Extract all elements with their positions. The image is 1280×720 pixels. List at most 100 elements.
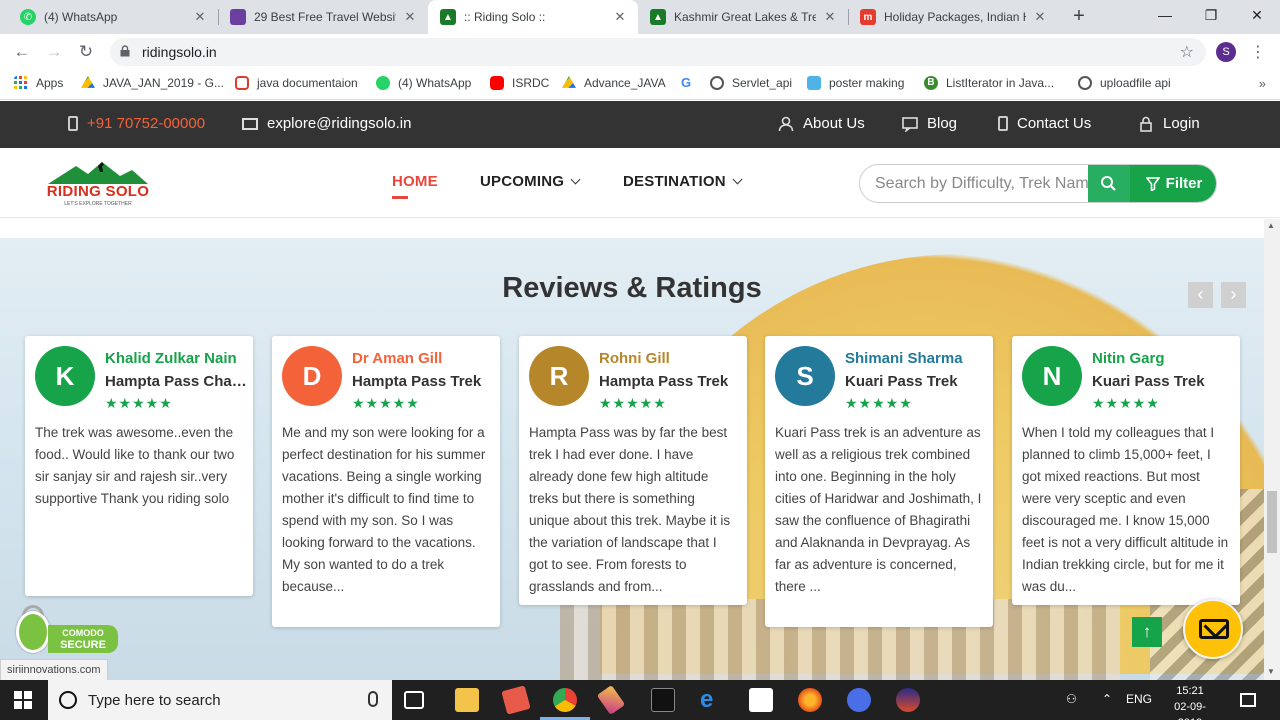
bookmark-apps[interactable]: Apps bbox=[14, 76, 63, 90]
browser-tab[interactable]: 29 Best Free Travel Website ✕ bbox=[218, 0, 428, 34]
reviewer-name[interactable]: Nitin Garg bbox=[1092, 350, 1165, 367]
bookmark-item[interactable]: G bbox=[679, 76, 701, 90]
review-card[interactable]: R Rohni Gill Hampta Pass Trek ★★★★★ Hamp… bbox=[519, 336, 747, 605]
comodo-secure-badge[interactable]: COMODO SECURE bbox=[12, 605, 118, 657]
browser-tab-active[interactable]: ▲ :: Riding Solo :: ✕ bbox=[428, 0, 638, 34]
file-explorer-icon[interactable] bbox=[455, 688, 479, 712]
blog-link[interactable]: Blog bbox=[902, 115, 957, 132]
review-text: When I told my colleagues that I planned… bbox=[1022, 425, 1229, 594]
bookmark-item[interactable]: ISRDC bbox=[490, 76, 549, 90]
trek-name: Hampta Pass Trek bbox=[599, 373, 729, 390]
store-icon[interactable] bbox=[749, 688, 773, 712]
review-card[interactable]: S Shimani Sharma Kuari Pass Trek ★★★★★ K… bbox=[765, 336, 993, 627]
browser-tab[interactable]: ▲ Kashmir Great Lakes & Trek ✕ bbox=[638, 0, 848, 34]
reviewer-name[interactable]: Khalid Zulkar Nain bbox=[105, 350, 237, 367]
terminal-icon[interactable] bbox=[651, 688, 675, 712]
avatar: R bbox=[529, 346, 589, 406]
review-card[interactable]: N Nitin Garg Kuari Pass Trek ★★★★★ When … bbox=[1012, 336, 1240, 605]
chat-button[interactable] bbox=[1183, 599, 1243, 659]
new-tab-button[interactable]: + bbox=[1068, 5, 1090, 27]
avatar: S bbox=[775, 346, 835, 406]
close-tab-icon[interactable]: ✕ bbox=[822, 9, 838, 25]
carousel-next-button[interactable]: › bbox=[1221, 282, 1246, 308]
back-arrow-icon[interactable]: ← bbox=[10, 40, 34, 64]
address-bar[interactable]: ridingsolo.in ☆ bbox=[110, 38, 1206, 66]
bookmark-item[interactable]: (4) WhatsApp bbox=[376, 76, 471, 90]
close-window-button[interactable]: ✕ bbox=[1234, 0, 1280, 30]
edge-icon[interactable]: e bbox=[700, 688, 724, 712]
makemytrip-icon: m bbox=[860, 9, 876, 25]
taskbar-search-box[interactable]: Type here to search bbox=[48, 680, 392, 720]
scroll-down-icon[interactable]: ▼ bbox=[1267, 667, 1275, 676]
globe-icon bbox=[710, 76, 724, 90]
bookmark-item[interactable]: poster making bbox=[807, 76, 904, 90]
close-tab-icon[interactable]: ✕ bbox=[1032, 9, 1048, 25]
nav-upcoming[interactable]: UPCOMING bbox=[480, 173, 581, 190]
chromium-icon[interactable] bbox=[847, 688, 871, 712]
minimize-button[interactable]: — bbox=[1142, 0, 1188, 30]
contact-us-link[interactable]: Contact Us bbox=[998, 115, 1091, 132]
reviewer-name[interactable]: Dr Aman Gill bbox=[352, 350, 442, 367]
close-tab-icon[interactable]: ✕ bbox=[402, 9, 418, 25]
bookmark-item[interactable]: Advance_JAVA bbox=[562, 76, 666, 90]
forward-arrow-icon[interactable]: → bbox=[42, 40, 66, 64]
bookmark-star-icon[interactable]: ☆ bbox=[1180, 42, 1194, 62]
bookmark-item[interactable]: JAVA_JAN_2019 - G... bbox=[81, 76, 224, 90]
windows-start-icon[interactable] bbox=[14, 691, 32, 709]
trek-search-input[interactable] bbox=[860, 165, 1088, 202]
firefox-icon[interactable] bbox=[798, 688, 822, 712]
app-icon[interactable] bbox=[501, 685, 531, 715]
reload-icon[interactable]: ↻ bbox=[74, 40, 98, 64]
show-hidden-icons-chevron[interactable]: ⌃ bbox=[1102, 692, 1112, 706]
review-card[interactable]: D Dr Aman Gill Hampta Pass Trek ★★★★★ Me… bbox=[272, 336, 500, 627]
close-tab-icon[interactable]: ✕ bbox=[192, 9, 208, 25]
lock-icon bbox=[1140, 116, 1152, 132]
browser-tab[interactable]: ✆ (4) WhatsApp ✕ bbox=[8, 0, 218, 34]
nav-home[interactable]: HOME bbox=[392, 173, 438, 199]
browser-tab[interactable]: m Holiday Packages, Indian H ✕ bbox=[848, 0, 1058, 34]
about-us-link[interactable]: About Us bbox=[778, 115, 865, 132]
reviewer-name[interactable]: Shimani Sharma bbox=[845, 350, 963, 367]
blog-icon bbox=[902, 116, 918, 132]
chrome-icon[interactable] bbox=[540, 688, 590, 720]
riding-solo-logo[interactable]: RIDING SOLO LET'S EXPLORE TOGETHER bbox=[46, 160, 150, 208]
scrollbar-thumb[interactable] bbox=[1267, 491, 1277, 553]
envelope-icon bbox=[1199, 619, 1229, 639]
task-view-icon[interactable] bbox=[404, 691, 424, 709]
close-tab-icon[interactable]: ✕ bbox=[612, 9, 628, 25]
bookmark-item[interactable]: uploadfile api bbox=[1078, 76, 1171, 90]
review-card[interactable]: K Khalid Zulkar Nain Hampta Pass Challen… bbox=[25, 336, 253, 596]
scroll-to-top-button[interactable]: ↑ bbox=[1132, 617, 1162, 647]
bookmark-page-icon bbox=[807, 76, 821, 90]
star-rating: ★★★★★ bbox=[105, 395, 173, 411]
more-bookmarks-icon[interactable]: » bbox=[1259, 76, 1266, 91]
filter-button[interactable]: Filter bbox=[1130, 165, 1216, 202]
profile-avatar[interactable]: S bbox=[1216, 42, 1236, 62]
taskbar-clock[interactable]: 15:21 02-09-2019 bbox=[1162, 683, 1218, 720]
trek-name: Hampta Pass Challenge Trek bbox=[105, 373, 247, 390]
search-button[interactable] bbox=[1088, 165, 1130, 202]
login-link[interactable]: Login bbox=[1138, 115, 1200, 132]
section-title: Reviews & Ratings bbox=[502, 272, 762, 304]
language-indicator[interactable]: ENG bbox=[1126, 692, 1152, 706]
pen-app-icon[interactable] bbox=[596, 685, 626, 715]
browser-menu-icon[interactable]: ⋮ bbox=[1250, 42, 1266, 62]
bookmark-item[interactable]: B ListIterator in Java... bbox=[924, 76, 1054, 90]
notification-center-icon[interactable] bbox=[1240, 693, 1256, 707]
carousel-prev-button[interactable]: ‹ bbox=[1188, 282, 1213, 308]
phone-link[interactable]: +91 70752-00000 bbox=[68, 115, 205, 132]
trek-name: Kuari Pass Trek bbox=[1092, 373, 1205, 390]
bookmark-item[interactable]: java documentaion bbox=[235, 76, 358, 90]
whatsapp-icon: ✆ bbox=[20, 9, 36, 25]
restore-button[interactable]: ❐ bbox=[1188, 0, 1234, 30]
google-drive-icon bbox=[81, 76, 95, 88]
eclipse-icon[interactable] bbox=[896, 688, 920, 712]
page-scrollbar[interactable]: ▲ ▼ bbox=[1264, 219, 1280, 680]
bookmark-item[interactable]: Servlet_api bbox=[710, 76, 792, 90]
microphone-icon[interactable] bbox=[368, 691, 378, 707]
scroll-up-icon[interactable]: ▲ bbox=[1267, 221, 1275, 230]
reviewer-name[interactable]: Rohni Gill bbox=[599, 350, 670, 367]
people-icon[interactable]: ⚇ bbox=[1066, 692, 1077, 706]
nav-destination[interactable]: DESTINATION bbox=[623, 173, 743, 190]
email-link[interactable]: explore@ridingsolo.in bbox=[242, 115, 411, 132]
